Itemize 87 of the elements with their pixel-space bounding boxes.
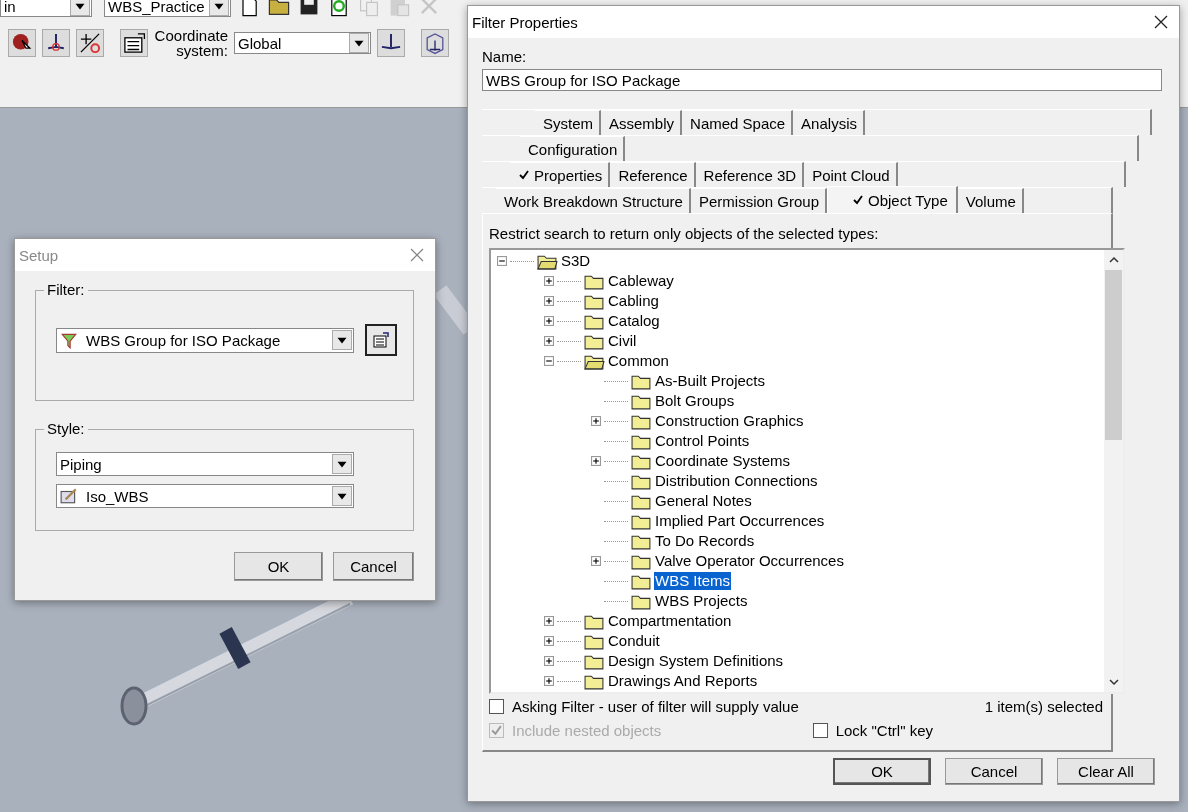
tab[interactable]: Work Breakdown Structure bbox=[496, 188, 691, 213]
expand-icon[interactable] bbox=[544, 616, 554, 626]
check-icon bbox=[852, 194, 864, 206]
expand-icon[interactable] bbox=[544, 316, 554, 326]
tab[interactable]: Reference 3D bbox=[695, 162, 805, 187]
tree-item[interactable]: Cabling bbox=[607, 292, 660, 310]
dialog-button[interactable]: OK bbox=[234, 552, 323, 581]
tree-item[interactable]: Coordinate Systems bbox=[654, 452, 792, 470]
group-label: Style: bbox=[44, 420, 88, 437]
dialog-button[interactable]: OK bbox=[833, 758, 931, 785]
dialog-title: Filter Properties bbox=[472, 13, 578, 31]
tree-item[interactable]: Catalog bbox=[607, 312, 661, 330]
expand-icon[interactable] bbox=[591, 456, 601, 466]
coordinate-system-label: Coordinate system: bbox=[154, 28, 228, 58]
tree-item[interactable]: Valve Operator Occurrences bbox=[654, 552, 845, 570]
tab[interactable]: Properties bbox=[510, 162, 611, 187]
tree-item[interactable]: Implied Part Occurrences bbox=[654, 512, 826, 530]
tab[interactable]: Volume bbox=[957, 188, 1024, 213]
expand-icon[interactable] bbox=[591, 416, 601, 426]
tree-item[interactable]: General Notes bbox=[654, 492, 753, 510]
tree-item[interactable]: Distribution Connections bbox=[654, 472, 819, 490]
scrollbar[interactable] bbox=[1104, 250, 1123, 692]
scroll-down-icon[interactable] bbox=[1107, 678, 1120, 686]
tree-item[interactable]: Cableway bbox=[607, 272, 675, 290]
filter-combo[interactable]: WBS_Practice bbox=[104, 0, 231, 17]
tree-item[interactable]: To Do Records bbox=[654, 532, 756, 550]
tree-item[interactable]: Compartmentation bbox=[607, 612, 733, 630]
collapse-icon[interactable] bbox=[544, 356, 554, 366]
group-label: Filter: bbox=[44, 281, 88, 298]
expand-icon[interactable] bbox=[544, 296, 554, 306]
filter-combo[interactable]: WBS Group for ISO Package bbox=[56, 327, 354, 353]
expand-icon[interactable] bbox=[591, 556, 601, 566]
workspace-combo[interactable]: in bbox=[0, 0, 92, 17]
expand-icon[interactable] bbox=[544, 676, 554, 686]
dialog-button[interactable]: Cancel bbox=[333, 552, 414, 581]
properties-icon bbox=[371, 330, 391, 350]
style-combo[interactable]: Iso_WBS bbox=[56, 484, 354, 508]
check-icon bbox=[518, 169, 530, 181]
tab[interactable]: Reference bbox=[610, 162, 696, 187]
expand-icon[interactable] bbox=[544, 336, 554, 346]
tree-item[interactable]: WBS Projects bbox=[654, 592, 749, 610]
tree-item[interactable]: Bolt Groups bbox=[654, 392, 736, 410]
pipe-drawing bbox=[433, 285, 467, 335]
scroll-up-icon[interactable] bbox=[1107, 256, 1120, 264]
tree-item[interactable]: Conduit bbox=[607, 632, 661, 650]
drawing-icon bbox=[60, 487, 78, 505]
properties-icon[interactable] bbox=[120, 29, 148, 57]
axis-icon[interactable] bbox=[377, 29, 405, 57]
lock-ctrl-checkbox[interactable]: Lock "Ctrl" key bbox=[812, 721, 933, 739]
dialog-button[interactable]: Cancel bbox=[945, 758, 1043, 785]
collapse-icon[interactable] bbox=[497, 256, 507, 266]
expand-icon[interactable] bbox=[544, 276, 554, 286]
tab[interactable]: System bbox=[535, 110, 601, 135]
tree-item[interactable]: Civil bbox=[607, 332, 638, 350]
dialog-title: Setup bbox=[19, 246, 59, 264]
tree-item[interactable]: WBS Items bbox=[654, 572, 731, 590]
tab[interactable]: Named Space bbox=[682, 110, 794, 135]
target-icon[interactable] bbox=[76, 29, 104, 57]
select-icon[interactable] bbox=[8, 29, 36, 57]
tab[interactable]: Analysis bbox=[793, 110, 865, 135]
style-combo[interactable]: Piping bbox=[56, 452, 354, 476]
tree-item[interactable]: Design System Definitions bbox=[607, 652, 785, 670]
tree-item[interactable]: Control Points bbox=[654, 432, 751, 450]
properties-button[interactable] bbox=[365, 324, 397, 356]
check-icon bbox=[490, 723, 503, 737]
tab[interactable]: Object Type bbox=[827, 186, 958, 213]
cube-icon[interactable] bbox=[421, 29, 449, 57]
instruction-text: Restrict search to return only objects of the selected types: bbox=[489, 224, 880, 244]
coordinate-system-combo[interactable]: Global bbox=[234, 32, 371, 54]
name-label: Name: bbox=[482, 48, 528, 66]
tab[interactable]: Configuration bbox=[520, 136, 626, 161]
close-icon[interactable] bbox=[1153, 14, 1169, 30]
folder-icon[interactable] bbox=[267, 0, 291, 18]
funnel-icon bbox=[60, 331, 78, 349]
name-field[interactable]: WBS Group for ISO Package bbox=[482, 69, 1162, 91]
tree-item[interactable]: Drawings And Reports bbox=[607, 672, 759, 690]
expand-icon[interactable] bbox=[544, 636, 554, 646]
tree-item[interactable]: As-Built Projects bbox=[654, 372, 767, 390]
expand-icon[interactable] bbox=[544, 656, 554, 666]
asking-filter-checkbox[interactable]: Asking Filter - user of filter will supply value bbox=[489, 697, 799, 715]
tree-item[interactable]: Common bbox=[607, 352, 670, 370]
tree-item[interactable]: S3D bbox=[560, 252, 592, 270]
dialog-button[interactable]: Clear All bbox=[1057, 758, 1155, 785]
tree-item[interactable]: Construction Graphics bbox=[654, 412, 805, 430]
tab[interactable]: Assembly bbox=[601, 110, 683, 135]
selection-count: 1 item(s) selected bbox=[984, 697, 1103, 715]
axis-icon[interactable] bbox=[42, 29, 70, 57]
